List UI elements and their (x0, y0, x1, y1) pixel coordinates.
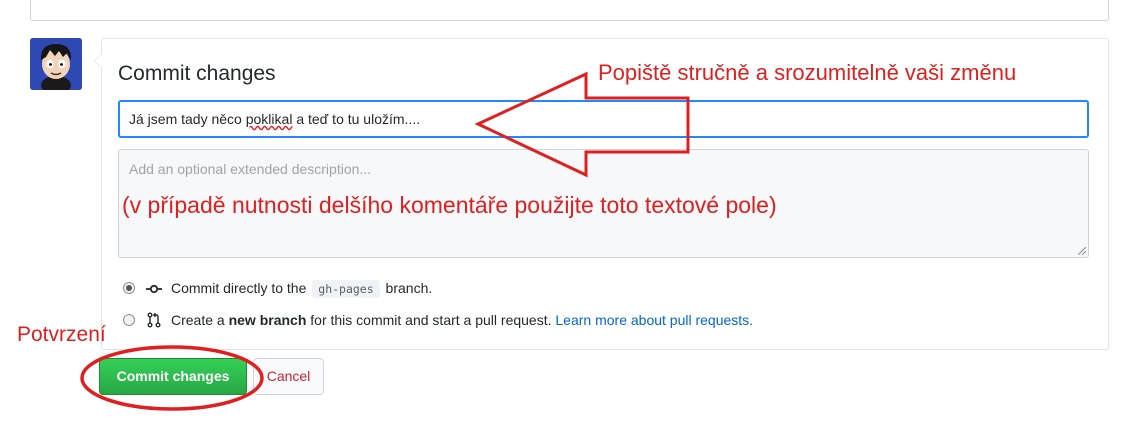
commit-changes-button[interactable]: Commit changes (99, 358, 247, 395)
annotation-confirm-hint: Potvrzení (17, 323, 106, 346)
learn-more-link[interactable]: Learn more about pull requests. (555, 312, 753, 328)
option-direct-text: Commit directly to the (171, 280, 307, 296)
commit-summary-text-end: a teď to tu uložím.... (292, 111, 421, 127)
option-new-branch-text-end: for this commit and start a pull request… (310, 312, 552, 328)
radio-new-branch[interactable] (123, 314, 135, 326)
misspelled-word: poklikal (245, 111, 293, 127)
previous-panel (30, 0, 1109, 21)
option-direct-text-end: branch. (385, 280, 433, 296)
description-placeholder: Add an optional extended description... (129, 161, 372, 177)
cancel-button[interactable]: Cancel (253, 358, 324, 395)
commit-summary-text: Já jsem tady něco (129, 111, 246, 127)
git-commit-icon (146, 284, 162, 294)
radio-commit-direct[interactable] (123, 282, 135, 294)
option-commit-direct-label[interactable]: Commit directly to the gh-pages branch. (171, 280, 432, 298)
annotation-summary-hint: Popiště stručně a srozumitelně vaši změn… (598, 60, 1017, 85)
commit-form-heading: Commit changes (118, 62, 276, 85)
git-pull-request-icon (147, 312, 161, 328)
option-new-branch-text: Create a (171, 312, 225, 328)
annotation-description-hint: (v případě nutnosti delšího komentáře po… (122, 192, 777, 218)
commit-summary-input[interactable]: Já jsem tady něco poklikal a teď to tu u… (118, 100, 1089, 138)
option-new-branch-label[interactable]: Create a new branch for this commit and … (171, 312, 753, 328)
option-new-branch-bold: new branch (228, 312, 307, 328)
avatar (30, 38, 82, 90)
branch-name-badge: gh-pages (312, 280, 380, 298)
resize-grip-icon[interactable] (1078, 247, 1086, 255)
